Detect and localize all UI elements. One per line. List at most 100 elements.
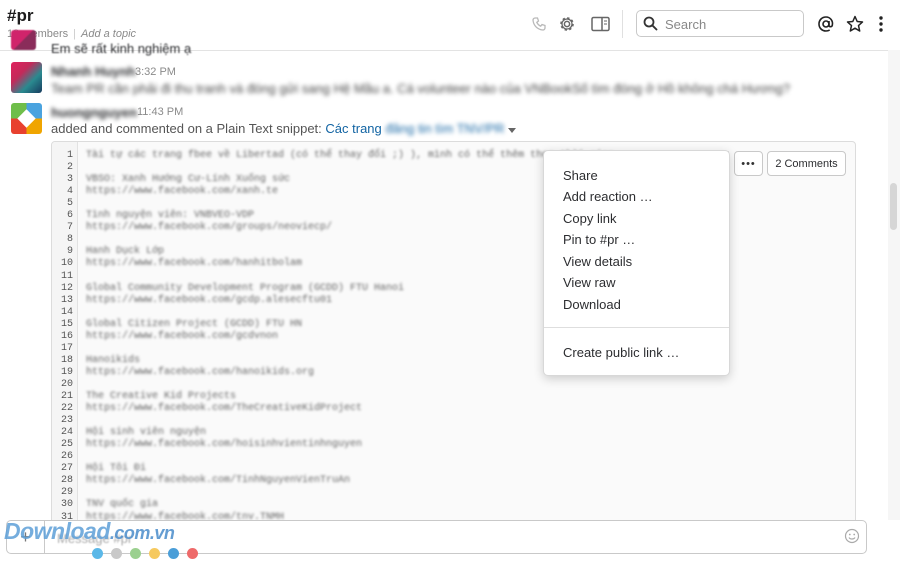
line-number: 21 <box>60 391 73 402</box>
line-number: 25 <box>60 439 73 451</box>
watermark-dot <box>92 548 103 559</box>
gear-icon[interactable] <box>557 14 577 34</box>
code-line: https://www.facebook.com/hanhitbolam <box>86 258 303 270</box>
message-timestamp[interactable]: 3:32 PM <box>135 66 176 78</box>
watermark-domain: .com.vn <box>109 523 175 543</box>
snippet-title-link[interactable]: Các trang <box>325 121 381 136</box>
comments-button[interactable]: 2 Comments <box>767 151 846 176</box>
code-line: https://www.facebook.com/hoisinhvientinh… <box>86 439 363 451</box>
code-line: Hội Tôi Đi <box>86 463 147 475</box>
ellipsis-icon: ••• <box>741 157 756 170</box>
search-icon <box>643 16 658 36</box>
caret-down-icon[interactable] <box>508 122 517 137</box>
code-line: https://www.facebook.com/TinhNguyenVienT… <box>86 475 351 487</box>
code-line: https://www.facebook.com/TheCreativeKidP… <box>86 403 363 415</box>
line-number: 1 <box>66 150 73 161</box>
message-timestamp[interactable]: 11:43 PM <box>137 106 183 118</box>
line-number: 13 <box>60 294 73 306</box>
message-author[interactable]: huongnguyen <box>51 105 137 120</box>
line-number: 6 <box>66 210 73 222</box>
line-number: 29 <box>60 487 73 499</box>
star-icon[interactable] <box>845 14 865 34</box>
message-text: Em sẽ rất kinh nghiệm ạ <box>51 41 192 56</box>
watermark-dot <box>187 548 198 559</box>
add-topic-link[interactable]: Add a topic <box>81 28 136 40</box>
scrollbar-track[interactable] <box>888 50 900 520</box>
watermark-dot <box>130 548 141 559</box>
menu-item-copy-link[interactable]: Copy link <box>563 211 616 226</box>
code-line: Hanoikids <box>86 354 141 366</box>
code-line: https://www.facebook.com/gcdp.alesecftu0… <box>86 294 333 306</box>
code-line: https://www.facebook.com/gcdvnon <box>86 330 279 342</box>
line-number: 24 <box>60 427 73 439</box>
code-line: https://www.facebook.com/xanh.te <box>86 186 279 198</box>
line-number: 15 <box>60 318 73 330</box>
snippet-title-link-rest[interactable]: đăng tin tìm TNV/PR <box>385 121 504 136</box>
line-number: 19 <box>60 366 73 378</box>
more-actions-button[interactable]: ••• <box>734 151 763 176</box>
sidebar-toggle-icon[interactable] <box>590 14 610 34</box>
code-snippet[interactable]: 1 2 3 4 5 6 7 8 9 10 11 12 13 14 15 16 17 18 19 20 21 22 23 24 2… <box>51 141 856 533</box>
watermark-dot <box>149 548 160 559</box>
message-author[interactable]: Nhanh Huynh <box>51 64 136 79</box>
menu-item-view-raw[interactable]: View raw <box>563 275 616 290</box>
line-number: 5 <box>66 198 73 210</box>
code-line: VBSO: Xanh Hướng Cư-Lính Xuống sức <box>86 174 291 186</box>
line-number: 11 <box>60 270 73 282</box>
line-number: 2 <box>66 162 73 174</box>
code-line: Hội sinh viên nguyện <box>86 427 207 439</box>
menu-item-create-public-link[interactable]: Create public link … <box>563 345 679 360</box>
code-line: Tình nguyện viên: VNBVEO-VDP <box>86 210 255 222</box>
code-line: TNV quốc gia <box>86 499 159 511</box>
line-number: 26 <box>60 451 73 463</box>
file-actions-menu: Share Add reaction … Copy link Pin to #p… <box>543 150 730 376</box>
line-number: 14 <box>60 306 73 318</box>
code-line: https://www.facebook.com/hanoikids.org <box>86 366 315 378</box>
line-number: 8 <box>66 234 73 246</box>
menu-item-pin[interactable]: Pin to #pr … <box>563 232 635 247</box>
line-number: 3 <box>66 174 73 186</box>
line-number: 9 <box>66 246 73 258</box>
emoji-icon[interactable] <box>844 528 860 544</box>
line-number: 22 <box>60 403 73 415</box>
watermark-logo: Download.com.vn <box>4 518 175 545</box>
avatar[interactable] <box>11 103 42 134</box>
menu-item-share[interactable]: Share <box>563 168 598 183</box>
line-number: 18 <box>60 354 73 366</box>
more-vertical-icon[interactable] <box>871 14 891 34</box>
code-line: Global Community Development Program (GC… <box>86 282 405 294</box>
code-line: Hanh Dụck Lớp <box>86 246 165 258</box>
snippet-attribution: added and commented on a Plain Text snip… <box>51 121 517 137</box>
watermark-text: Download <box>4 518 110 544</box>
mentions-icon[interactable] <box>816 14 836 34</box>
line-number: 12 <box>60 282 73 294</box>
meta-separator: | <box>73 28 76 40</box>
channel-title[interactable]: #pr <box>7 6 33 26</box>
line-number: 4 <box>66 186 73 198</box>
line-number: 23 <box>60 415 73 427</box>
line-number: 7 <box>66 222 73 234</box>
line-number: 27 <box>60 463 73 475</box>
line-number: 30 <box>60 499 73 511</box>
avatar-center <box>17 109 36 128</box>
watermark-dot <box>111 548 122 559</box>
scrollbar-thumb[interactable] <box>890 183 897 230</box>
line-number-gutter: 1 2 3 4 5 6 7 8 9 10 11 12 13 14 15 16 17 18 19 20 21 22 23 24 2… <box>52 142 78 532</box>
header-divider <box>622 10 623 38</box>
line-number: 10 <box>60 258 73 270</box>
watermark-dot <box>168 548 179 559</box>
line-number: 20 <box>60 378 73 390</box>
phone-icon[interactable] <box>529 14 549 34</box>
menu-item-download[interactable]: Download <box>563 297 621 312</box>
snippet-prefix: added and commented on a Plain Text snip… <box>51 121 322 136</box>
code-line: https://www.facebook.com/groups/neoviecp… <box>86 222 333 234</box>
menu-item-add-reaction[interactable]: Add reaction … <box>563 189 653 204</box>
search-box[interactable] <box>636 10 804 37</box>
avatar[interactable] <box>11 62 42 93</box>
avatar[interactable] <box>11 30 36 50</box>
menu-item-view-details[interactable]: View details <box>563 254 632 269</box>
line-number: 28 <box>60 475 73 487</box>
message-text: Team PR cần phải đi thu tranh và đóng gử… <box>51 81 791 96</box>
search-input[interactable] <box>663 14 797 34</box>
code-line: Tài tự các trang fbee về Libertad (có th… <box>86 150 615 161</box>
